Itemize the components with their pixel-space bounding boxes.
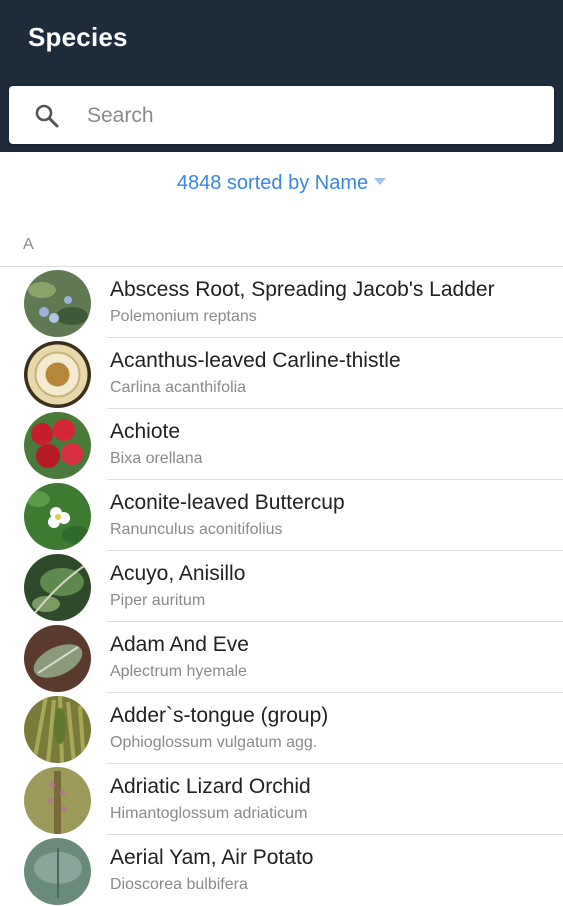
species-scientific-name: Aplectrum hyemale bbox=[110, 663, 247, 680]
list-item[interactable]: Aconite-leaved Buttercup Ranunculus acon… bbox=[0, 480, 563, 551]
section-header: A bbox=[23, 236, 34, 253]
species-thumbnail bbox=[24, 270, 91, 337]
species-name: Aerial Yam, Air Potato bbox=[110, 846, 314, 869]
species-thumbnail bbox=[24, 838, 91, 905]
search-icon[interactable] bbox=[34, 103, 60, 129]
species-list: Abscess Root, Spreading Jacob's Ladder P… bbox=[0, 267, 563, 906]
species-name: Acanthus-leaved Carline-thistle bbox=[110, 349, 401, 372]
species-scientific-name: Ophioglossum vulgatum agg. bbox=[110, 734, 318, 751]
species-name: Adam And Eve bbox=[110, 633, 249, 656]
list-item[interactable]: Acanthus-leaved Carline-thistle Carlina … bbox=[0, 338, 563, 409]
species-scientific-name: Piper auritum bbox=[110, 592, 206, 609]
species-name: Acuyo, Anisillo bbox=[110, 562, 246, 585]
list-item[interactable]: Abscess Root, Spreading Jacob's Ladder P… bbox=[0, 267, 563, 338]
species-name: Achiote bbox=[110, 420, 181, 443]
species-thumbnail bbox=[24, 412, 91, 479]
sort-label: 4848 sorted by Name bbox=[176, 172, 369, 194]
sort-dropdown[interactable]: 4848 sorted by Name bbox=[0, 172, 563, 195]
list-item[interactable]: Adriatic Lizard Orchid Himantoglossum ad… bbox=[0, 764, 563, 835]
species-name: Aconite-leaved Buttercup bbox=[110, 491, 345, 514]
species-scientific-name: Bixa orellana bbox=[110, 450, 203, 467]
species-scientific-name: Dioscorea bulbifera bbox=[110, 876, 248, 893]
page-title: Species bbox=[28, 22, 128, 52]
species-name: Adriatic Lizard Orchid bbox=[110, 775, 311, 798]
species-scientific-name: Ranunculus aconitifolius bbox=[110, 521, 283, 538]
dropdown-arrow-icon bbox=[374, 178, 387, 185]
species-thumbnail bbox=[24, 767, 91, 834]
species-scientific-name: Polemonium reptans bbox=[110, 308, 257, 325]
search-input[interactable] bbox=[85, 98, 529, 134]
species-name: Adder`s-tongue (group) bbox=[110, 704, 329, 727]
species-thumbnail bbox=[24, 625, 91, 692]
species-thumbnail bbox=[24, 696, 91, 763]
species-thumbnail bbox=[24, 483, 91, 550]
species-thumbnail bbox=[24, 341, 91, 408]
list-item[interactable]: Aerial Yam, Air Potato Dioscorea bulbife… bbox=[0, 835, 563, 906]
species-name: Abscess Root, Spreading Jacob's Ladder bbox=[110, 278, 495, 301]
species-thumbnail bbox=[24, 554, 91, 621]
list-item[interactable]: Achiote Bixa orellana bbox=[0, 409, 563, 480]
species-scientific-name: Carlina acanthifolia bbox=[110, 379, 247, 396]
list-item[interactable]: Adam And Eve Aplectrum hyemale bbox=[0, 622, 563, 693]
list-item[interactable]: Acuyo, Anisillo Piper auritum bbox=[0, 551, 563, 622]
species-scientific-name: Himantoglossum adriaticum bbox=[110, 805, 308, 822]
list-item[interactable]: Adder`s-tongue (group) Ophioglossum vulg… bbox=[0, 693, 563, 764]
